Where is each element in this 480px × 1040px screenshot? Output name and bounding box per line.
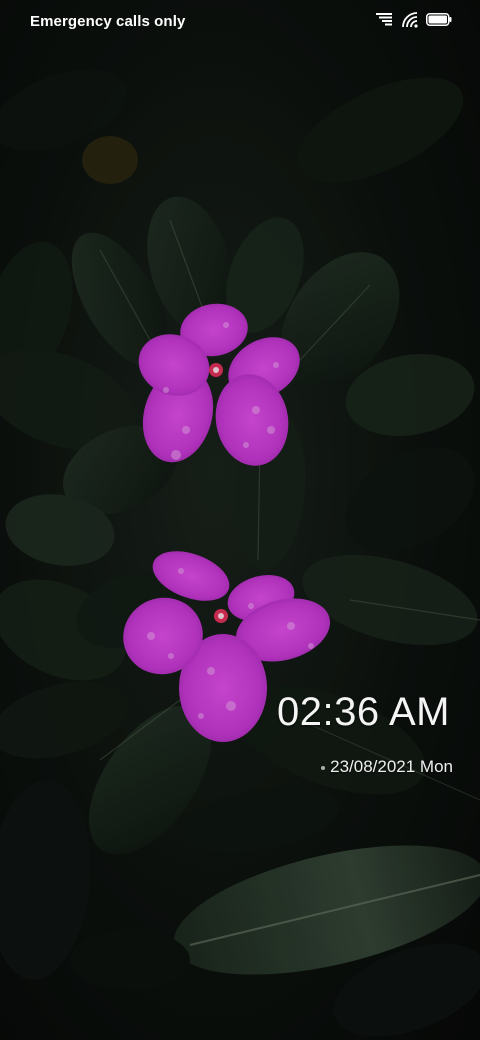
date-row: 23/08/2021 Mon — [320, 757, 453, 777]
status-bar: Emergency calls only — [0, 0, 480, 44]
dot-icon — [320, 758, 326, 776]
lock-screen: Emergency calls only 02:36 AM 23/08/2021… — [0, 0, 480, 1040]
carrier-status-text: Emergency calls only — [30, 13, 186, 30]
battery-icon — [426, 13, 452, 31]
wifi-icon — [402, 11, 418, 33]
lockscreen-date: 23/08/2021 Mon — [330, 757, 453, 776]
signal-bars-icon — [376, 12, 394, 32]
status-icons — [376, 11, 452, 33]
lockscreen-clock: 02:36 AM — [276, 690, 450, 734]
wallpaper-image — [0, 0, 480, 1040]
